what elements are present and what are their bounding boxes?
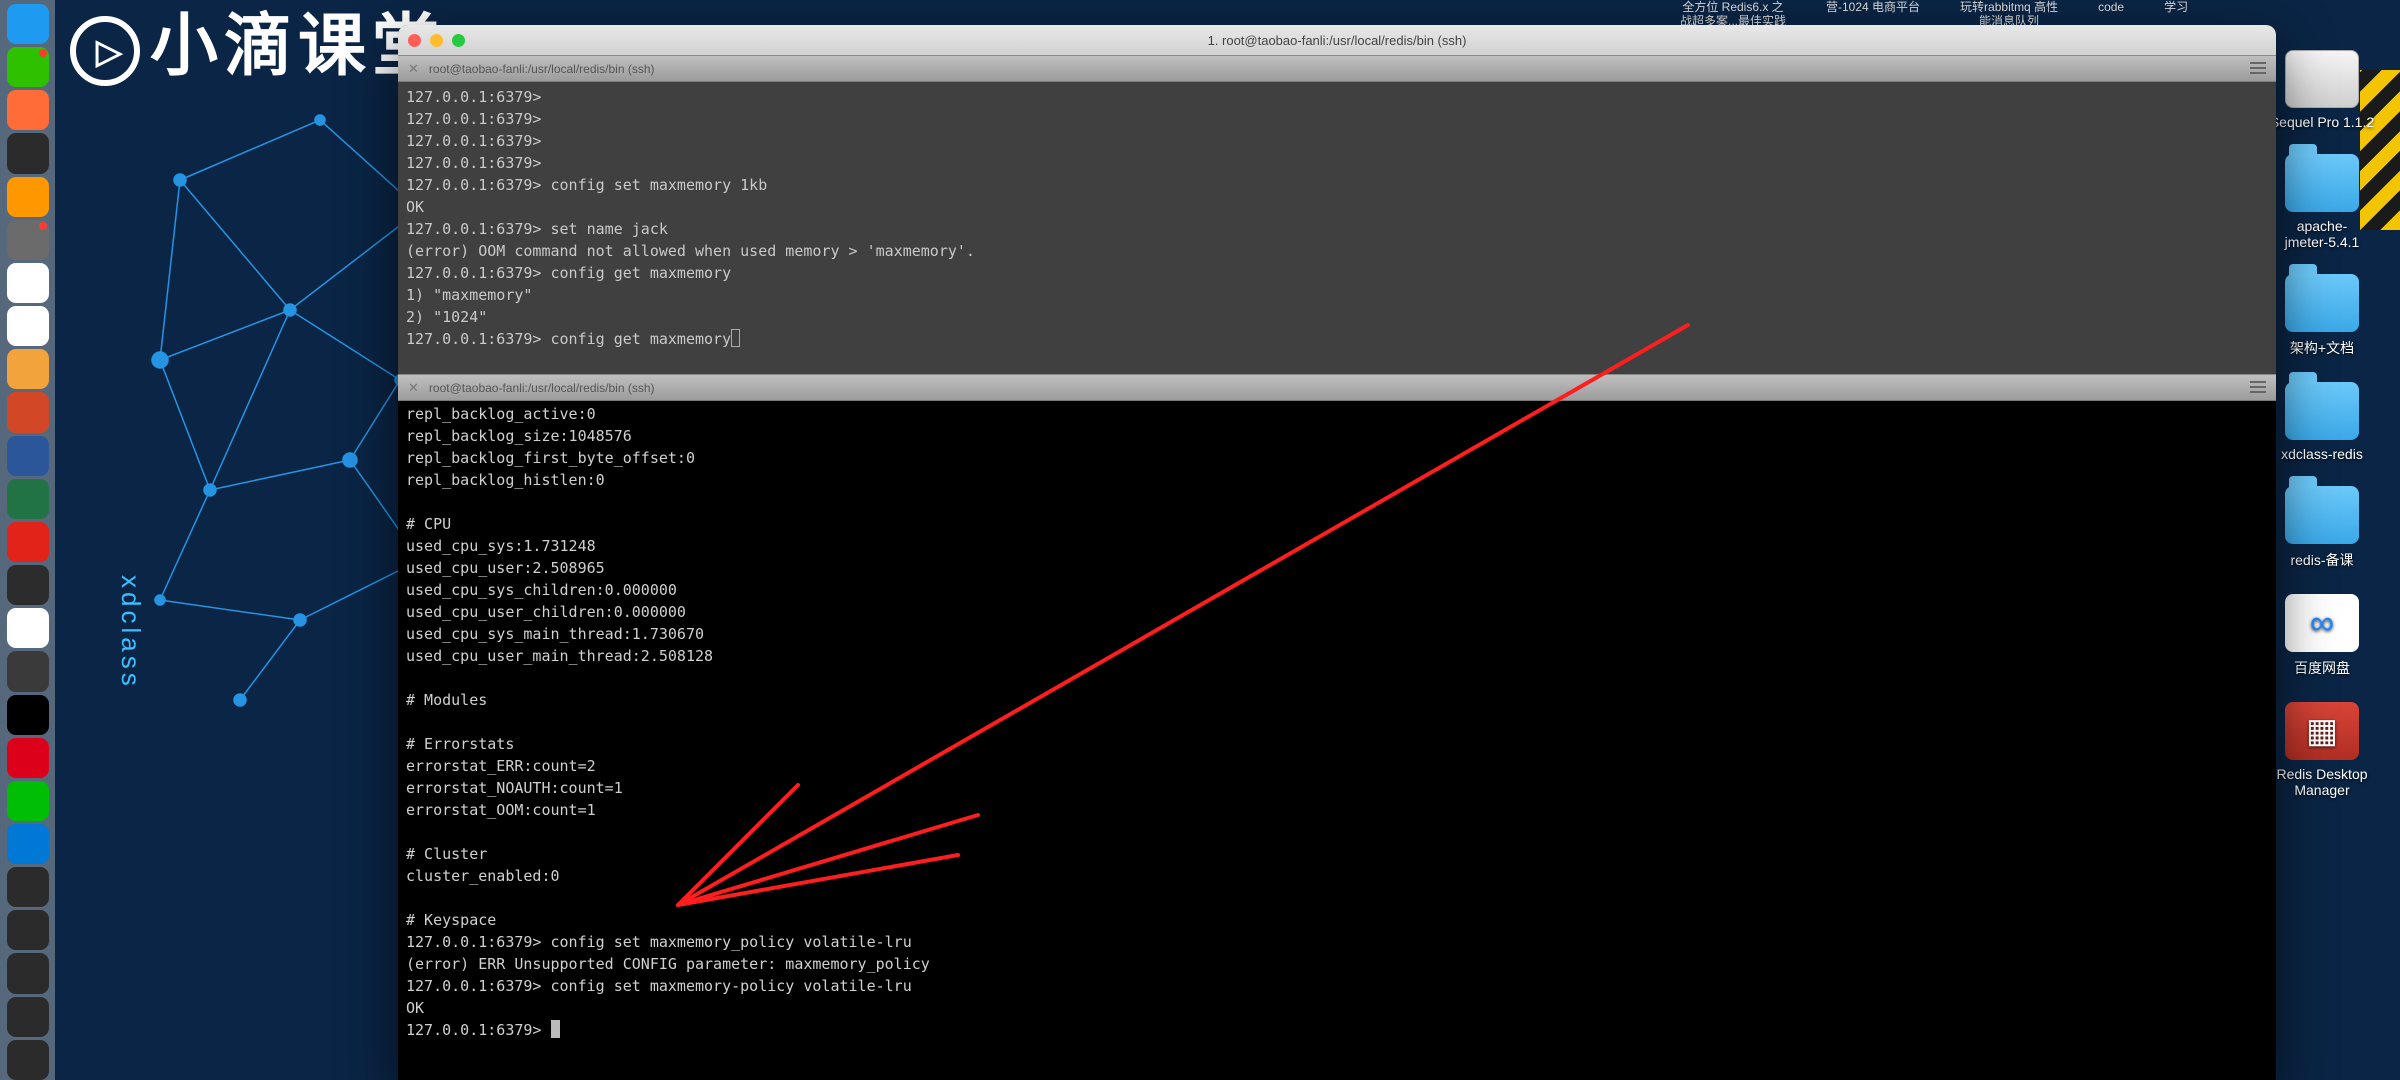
cursor-icon — [731, 329, 740, 347]
hamburger-icon[interactable] — [2250, 62, 2266, 74]
dock-app-settings[interactable] — [7, 220, 49, 260]
desktop-item[interactable]: apache- jmeter-5.4.1 — [2285, 154, 2360, 250]
folder-icon — [2285, 274, 2359, 332]
badge-icon — [39, 222, 47, 230]
desktop-item-label: 架构+文档 — [2290, 338, 2354, 358]
dock-app-tool4[interactable] — [7, 997, 49, 1037]
dock-app-intellij[interactable] — [7, 133, 49, 173]
app-red-icon: ▦ — [2285, 702, 2359, 760]
dock-app-chrome[interactable] — [7, 263, 49, 303]
dock-app-xmind[interactable] — [7, 522, 49, 562]
dock-app-db-stack[interactable] — [7, 349, 49, 389]
tab-label: root@taobao-fanli:/usr/local/redis/bin (… — [429, 62, 655, 76]
bookmark-item[interactable]: code — [2098, 0, 2124, 14]
dock-app-finder[interactable] — [7, 4, 49, 44]
folder-icon — [2285, 382, 2359, 440]
drive-icon — [2285, 50, 2359, 108]
desktop-item[interactable]: ∞ 百度网盘 — [2285, 594, 2359, 678]
desktop-item-label: redis-备课 — [2290, 550, 2353, 570]
desktop-item-label: Sequel Pro 1.1.2 — [2270, 114, 2374, 130]
app-white-icon: ∞ — [2285, 594, 2359, 652]
dock-app-tool5[interactable] — [7, 1040, 49, 1080]
desktop-icons-right: Sequel Pro 1.1.2 apache- jmeter-5.4.1 架构+文… — [2262, 50, 2382, 798]
dock-app-baidu-disk[interactable] — [7, 306, 49, 346]
dock-app-excel[interactable] — [7, 479, 49, 519]
dock-app-iqiyi[interactable] — [7, 781, 49, 821]
dock-app-postman[interactable] — [7, 90, 49, 130]
tab-label: root@taobao-fanli:/usr/local/redis/bin (… — [429, 381, 655, 395]
wallpaper-logo: 小滴课堂 — [70, 0, 446, 89]
tab-close-icon[interactable]: ✕ — [408, 61, 419, 77]
desktop-item[interactable]: 架构+文档 — [2285, 274, 2359, 358]
dock — [0, 0, 55, 1080]
terminal-window: 1. root@taobao-fanli:/usr/local/redis/bi… — [398, 25, 2276, 1080]
bookmark-item[interactable]: 学习 — [2164, 0, 2188, 14]
dock-app-typora[interactable] — [7, 651, 49, 691]
badge-icon — [39, 49, 47, 57]
desktop-item[interactable]: xdclass-redis — [2281, 382, 2363, 462]
desktop-item-label: apache- jmeter-5.4.1 — [2285, 218, 2360, 250]
desktop-item[interactable]: ▦ Redis Desktop Manager — [2276, 702, 2367, 798]
wallpaper-vertical-text: xdclass — [115, 575, 146, 690]
dock-app-terminal[interactable] — [7, 565, 49, 605]
tab-close-icon[interactable]: ✕ — [408, 380, 419, 396]
dock-app-art[interactable] — [7, 695, 49, 735]
folder-icon — [2285, 486, 2359, 544]
terminal-pane-top[interactable]: 127.0.0.1:6379> 127.0.0.1:6379> 127.0.0.… — [398, 82, 2276, 374]
bookmark-item[interactable]: 营-1024 电商平台 — [1826, 0, 1920, 14]
play-icon — [70, 16, 140, 86]
dock-app-windows-vm[interactable] — [7, 824, 49, 864]
desktop-item-label: Redis Desktop Manager — [2276, 766, 2367, 798]
dock-app-sublime[interactable] — [7, 177, 49, 217]
dock-app-netease-music[interactable] — [7, 738, 49, 778]
desktop-item[interactable]: Sequel Pro 1.1.2 — [2270, 50, 2374, 130]
terminal-tab-top[interactable]: ✕ root@taobao-fanli:/usr/local/redis/bin… — [398, 55, 2276, 82]
bookmark-item[interactable]: 玩转rabbitmq 高性 能消息队列 — [1960, 0, 2058, 28]
window-titlebar[interactable]: 1. root@taobao-fanli:/usr/local/redis/bi… — [398, 25, 2276, 55]
window-title: 1. root@taobao-fanli:/usr/local/redis/bi… — [398, 33, 2276, 48]
dock-app-powerpoint[interactable] — [7, 392, 49, 432]
terminal-pane-bottom[interactable]: repl_backlog_active:0 repl_backlog_size:… — [398, 401, 2276, 1080]
hamburger-icon[interactable] — [2250, 381, 2266, 393]
bookmark-item[interactable]: 全方位 Redis6.x 之 战超多案...最佳实践 — [1680, 0, 1786, 28]
cursor-icon — [551, 1020, 560, 1038]
dock-app-tool3[interactable] — [7, 953, 49, 993]
dock-app-tool2[interactable] — [7, 910, 49, 950]
desktop-item-label: xdclass-redis — [2281, 446, 2363, 462]
desktop-item-label: 百度网盘 — [2294, 658, 2350, 678]
folder-icon — [2285, 154, 2359, 212]
terminal-tab-bottom[interactable]: ✕ root@taobao-fanli:/usr/local/redis/bin… — [398, 374, 2276, 401]
dock-app-tool1[interactable] — [7, 867, 49, 907]
desktop-item[interactable]: redis-备课 — [2285, 486, 2359, 570]
dock-app-word[interactable] — [7, 436, 49, 476]
dock-app-textedit[interactable] — [7, 608, 49, 648]
dock-app-wechat[interactable] — [7, 47, 49, 87]
